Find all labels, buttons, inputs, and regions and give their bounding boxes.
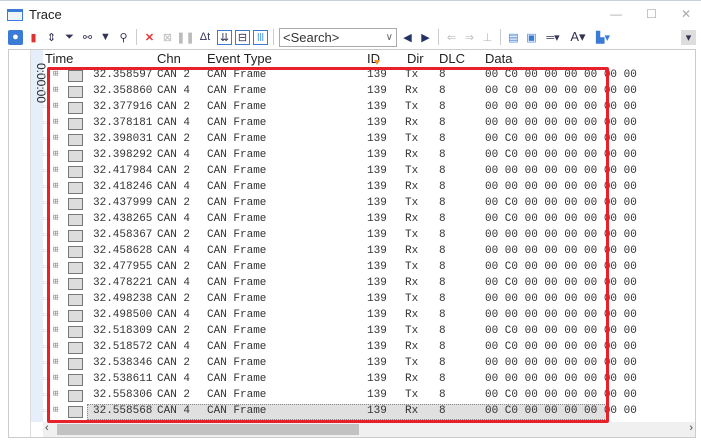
binoculars-icon[interactable]: ⚲ [116,30,131,45]
find-previous-icon[interactable]: ◀ [400,30,415,45]
maximize-button[interactable]: ☐ [646,7,657,21]
toolbar: ● ▮ ⇕ ⏷ ⚯ ▼ ⚲ ✕ ⊠ ❚❚ Δt ⇊ ⊟ Ⅲ <Search> ∨… [8,27,696,47]
arrow-left-icon[interactable]: ⇐ [444,30,459,45]
filter-glasses-icon[interactable]: ⚯ [80,30,95,45]
window-titlebar: Trace — ☐ ✕ [0,0,701,28]
side-splitter[interactable] [9,50,31,437]
search-input[interactable]: <Search> ∨ [279,27,397,47]
find-next-icon[interactable]: ▶ [418,30,433,45]
toolbar-overflow-icon[interactable]: ▾ [681,29,696,45]
detail-view-icon[interactable]: ⇕ [44,30,59,45]
column-dir[interactable]: Dir [407,51,424,66]
export-icon[interactable]: ▣ [524,30,539,45]
column-data[interactable]: Data [485,51,512,66]
sort-indicator-icon [374,60,380,65]
scrollbar-thumb[interactable] [57,424,359,435]
filter-sort-icon[interactable]: ▼ [98,30,113,45]
separator [273,29,274,45]
column-event-type[interactable]: Event Type [207,51,272,66]
highlight-box [47,67,609,423]
minimize-button[interactable]: — [610,7,622,21]
column-icon[interactable]: Ⅲ [253,29,268,45]
close-button[interactable]: ✕ [681,7,691,21]
overwrite-mode-icon[interactable]: ⊟ [235,29,250,45]
scroll-right-icon[interactable]: › [689,422,693,434]
separator [438,29,439,45]
line-style-icon[interactable]: ═▾ [542,30,564,45]
statistics-icon[interactable]: ▮ [26,30,41,45]
chevron-down-icon[interactable]: ∨ [386,32,393,43]
scroll-left-icon[interactable]: ‹ [45,422,49,434]
font-size-icon[interactable]: A▾ [567,29,589,45]
delete-icon[interactable]: ✕ [142,30,157,45]
column-dlc[interactable]: DLC [439,51,465,66]
message-window-icon[interactable]: ▤ [506,30,521,45]
clear-icon[interactable]: ⊠ [160,30,175,45]
info-icon[interactable]: ● [8,29,23,45]
time-axis: 0:00:00 [31,50,48,422]
trace-window-icon [7,8,23,21]
pause-icon[interactable]: ❚❚ [176,30,194,45]
arrow-right-icon[interactable]: ⇒ [462,30,477,45]
separator [136,29,137,45]
column-chn[interactable]: Chn [157,51,181,66]
column-time[interactable]: Time [45,51,73,66]
filter-icon[interactable]: ⏷ [62,30,77,45]
layout-icon[interactable]: ▙▾ [592,30,614,45]
search-placeholder: <Search> [283,29,340,45]
scroll-mode-icon[interactable]: ⇊ [217,29,232,45]
insert-marker-icon[interactable]: ⊥ [480,30,495,45]
separator [500,29,501,45]
horizontal-scrollbar[interactable]: ‹ › [43,422,695,437]
window-title: Trace [29,7,62,22]
column-header: Time Chn Event Type ID Dir DLC Data [43,50,695,68]
delta-time-button[interactable]: Δt [196,30,214,45]
